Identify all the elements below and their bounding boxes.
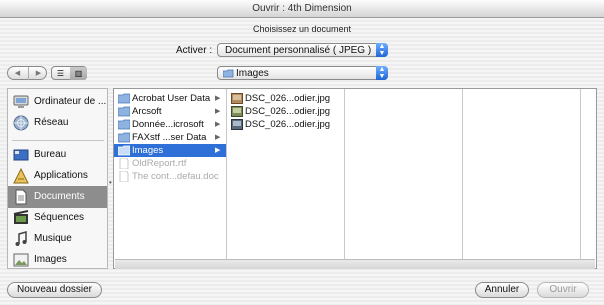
- sidebar-item-label: Documents: [34, 191, 85, 202]
- folder-icon: [118, 119, 130, 130]
- browser-column-4: [463, 89, 581, 259]
- folder-icon: [223, 69, 234, 78]
- applications-icon: [13, 168, 29, 184]
- view-mode-control[interactable]: ☰ ▥: [51, 66, 87, 80]
- network-icon: [13, 115, 29, 131]
- popup-arrows-icon: ▲ ▼: [376, 43, 388, 57]
- list-item[interactable]: FAXstf ...ser Data ▶: [114, 131, 226, 144]
- jpeg-image-icon: [231, 119, 243, 130]
- sidebar-resize-handle[interactable]: •: [109, 178, 112, 187]
- forward-arrow-icon[interactable]: ▶: [28, 67, 48, 80]
- folder-icon: [118, 93, 130, 104]
- sidebar: Ordinateur de ... Réseau Bureau Applicat…: [7, 88, 108, 269]
- dialog-subtitle: Choisissez un document: [252, 24, 352, 34]
- browser-column-2: DSC_026...odier.jpg DSC_026...odier.jpg …: [227, 89, 345, 259]
- desktop-icon: [13, 149, 29, 161]
- list-item[interactable]: DSC_026...odier.jpg: [227, 118, 344, 131]
- back-forward-control[interactable]: ◀ ▶: [7, 66, 47, 80]
- sidebar-item-label: Musique: [34, 233, 72, 244]
- computer-icon: [13, 95, 29, 108]
- sidebar-item-network[interactable]: Réseau: [8, 112, 107, 134]
- folder-icon: [118, 106, 130, 117]
- horizontal-scrollbar[interactable]: [115, 259, 595, 269]
- music-icon: [15, 231, 27, 246]
- sidebar-divider: [12, 140, 104, 141]
- sidebar-item-movies[interactable]: Séquences: [8, 207, 107, 229]
- sidebar-item-label: Ordinateur de ...: [34, 96, 107, 107]
- column-browser: Acrobat User Data ▶ Arcsoft ▶ Donnée...i…: [113, 88, 597, 269]
- chevron-right-icon: ▶: [215, 121, 221, 128]
- filter-label: Activer :: [176, 45, 213, 56]
- pictures-icon: [13, 253, 29, 267]
- browser-column-1: Acrobat User Data ▶ Arcsoft ▶ Donnée...i…: [114, 89, 227, 259]
- movies-icon: [13, 210, 29, 224]
- browser-column-3: [345, 89, 463, 259]
- sidebar-item-music[interactable]: Musique: [8, 228, 107, 250]
- folder-icon: [118, 132, 130, 143]
- popup-arrows-icon: ▲ ▼: [376, 66, 388, 80]
- document-icon: [119, 171, 129, 182]
- list-item[interactable]: DSC_026...odier.jpg: [227, 92, 344, 105]
- sidebar-item-desktop[interactable]: Bureau: [8, 144, 107, 166]
- chevron-right-icon: ▶: [215, 134, 221, 141]
- sidebar-item-documents[interactable]: Documents: [8, 186, 107, 208]
- file-type-value: Document personnalisé ( JPEG ): [225, 45, 372, 56]
- list-item: The cont...defau.doc: [114, 170, 226, 183]
- column-view-icon[interactable]: ▥: [70, 67, 87, 80]
- file-type-popup[interactable]: Document personnalisé ( JPEG ) ▲ ▼: [217, 43, 388, 57]
- chevron-right-icon: ▶: [215, 95, 221, 102]
- list-item[interactable]: Arcsoft ▶: [114, 105, 226, 118]
- list-item[interactable]: Donnée...icrosoft ▶: [114, 118, 226, 131]
- sidebar-item-label: Réseau: [34, 117, 69, 128]
- list-view-icon[interactable]: ☰: [52, 67, 69, 80]
- list-item[interactable]: Acrobat User Data ▶: [114, 92, 226, 105]
- sidebar-item-pictures[interactable]: Images: [8, 249, 107, 271]
- location-popup[interactable]: Images ▲ ▼: [217, 66, 388, 80]
- cancel-button[interactable]: Annuler: [475, 282, 529, 298]
- document-icon: [119, 158, 129, 169]
- list-item[interactable]: DSC_026...odier.jpg: [227, 105, 344, 118]
- location-value: Images: [236, 68, 269, 79]
- sidebar-item-label: Applications: [34, 170, 88, 181]
- back-arrow-icon[interactable]: ◀: [8, 67, 27, 80]
- sidebar-item-label: Images: [34, 254, 67, 265]
- chevron-right-icon: ▶: [215, 147, 221, 154]
- window-title: Ouvrir : 4th Dimension: [252, 3, 352, 14]
- documents-icon: [15, 189, 27, 205]
- sidebar-item-label: Séquences: [34, 212, 85, 223]
- sidebar-item-applications[interactable]: Applications: [8, 165, 107, 187]
- folder-icon: [118, 145, 130, 156]
- jpeg-image-icon: [231, 93, 243, 104]
- chevron-right-icon: ▶: [215, 108, 221, 115]
- window-title-bar: Ouvrir : 4th Dimension: [0, 0, 604, 18]
- sidebar-item-label: Bureau: [34, 149, 67, 160]
- new-folder-button[interactable]: Nouveau dossier: [7, 282, 102, 298]
- open-button[interactable]: Ouvrir: [537, 282, 589, 298]
- sidebar-item-computer[interactable]: Ordinateur de ...: [8, 91, 107, 113]
- list-item[interactable]: Images ▶: [114, 144, 226, 157]
- list-item: OldReport.rtf: [114, 157, 226, 170]
- jpeg-image-icon: [231, 106, 243, 117]
